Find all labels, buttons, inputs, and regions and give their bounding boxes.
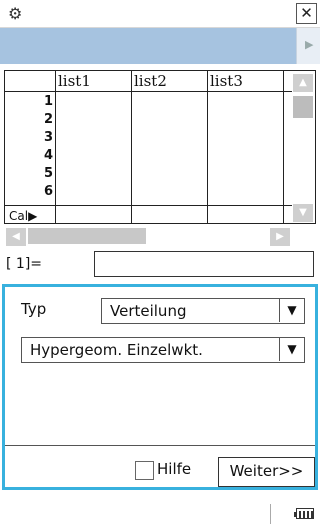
- status-divider: [270, 504, 271, 524]
- triangle-right-icon: ▶: [276, 231, 284, 242]
- calc-row-label[interactable]: Cal▶: [9, 207, 37, 225]
- status-bar: [0, 500, 320, 528]
- column-header-list1[interactable]: list1: [56, 71, 91, 91]
- cell-input-field[interactable]: [94, 251, 314, 277]
- list-editor-grid[interactable]: list1 list2 list3 1 2 3 4 5 6 Cal▶: [4, 70, 316, 224]
- column-divider: [283, 71, 284, 223]
- dialog-divider: [5, 445, 315, 446]
- distribution-select[interactable]: Hypergeom. Einzelwkt. ▼: [21, 337, 305, 363]
- vertical-scrollbar[interactable]: ▲ ▼: [292, 72, 314, 224]
- triangle-down-icon: ▼: [299, 207, 307, 218]
- row-number: 5: [43, 166, 53, 181]
- scroll-right-button[interactable]: ▶: [270, 228, 290, 246]
- triangle-up-icon: ▲: [299, 77, 307, 88]
- horizontal-scrollbar[interactable]: ◀ ▶: [4, 226, 294, 246]
- dropdown-arrow-icon: ▼: [279, 337, 304, 361]
- row-number: 3: [43, 130, 53, 145]
- column-divider: [55, 71, 56, 223]
- type-select[interactable]: Verteilung ▼: [101, 298, 305, 324]
- title-bar: [0, 0, 320, 28]
- column-divider: [131, 71, 132, 223]
- gear-icon[interactable]: ⚙: [8, 4, 28, 24]
- help-label[interactable]: Hilfe: [157, 459, 191, 479]
- scroll-left-button[interactable]: ◀: [6, 228, 26, 246]
- header-divider: [5, 91, 292, 92]
- column-header-list3[interactable]: list3: [208, 71, 243, 91]
- vertical-scroll-thumb[interactable]: [293, 96, 313, 118]
- column-divider: [207, 71, 208, 223]
- triangle-left-icon: ◀: [12, 231, 20, 242]
- row-number: 6: [43, 184, 53, 199]
- cell-reference: [ 1]=: [6, 256, 43, 272]
- scroll-up-button[interactable]: ▲: [293, 74, 313, 92]
- column-header-list2[interactable]: list2: [132, 71, 167, 91]
- row-number: 1: [43, 94, 53, 109]
- distribution-dialog: Typ Verteilung ▼ Hypergeom. Einzelwkt. ▼…: [2, 284, 318, 490]
- scroll-down-button[interactable]: ▼: [293, 204, 313, 222]
- dropdown-arrow-icon: ▼: [279, 298, 304, 322]
- calc-row-divider: [5, 205, 292, 206]
- type-select-value: Verteilung: [110, 302, 187, 320]
- row-number: 2: [43, 112, 53, 127]
- help-checkbox[interactable]: [135, 461, 154, 480]
- distribution-select-value: Hypergeom. Einzelwkt.: [30, 341, 203, 359]
- chevron-right-icon: ▶: [305, 38, 314, 51]
- close-button[interactable]: ✕: [296, 3, 317, 24]
- next-button[interactable]: Weiter>>: [218, 457, 315, 487]
- battery-icon: [294, 508, 314, 519]
- type-label: Typ: [21, 300, 47, 318]
- toolbar-scroll-right-button[interactable]: ▶: [296, 28, 320, 64]
- horizontal-scroll-thumb[interactable]: [28, 228, 146, 244]
- toolbar: [0, 28, 320, 64]
- row-number: 4: [43, 148, 53, 163]
